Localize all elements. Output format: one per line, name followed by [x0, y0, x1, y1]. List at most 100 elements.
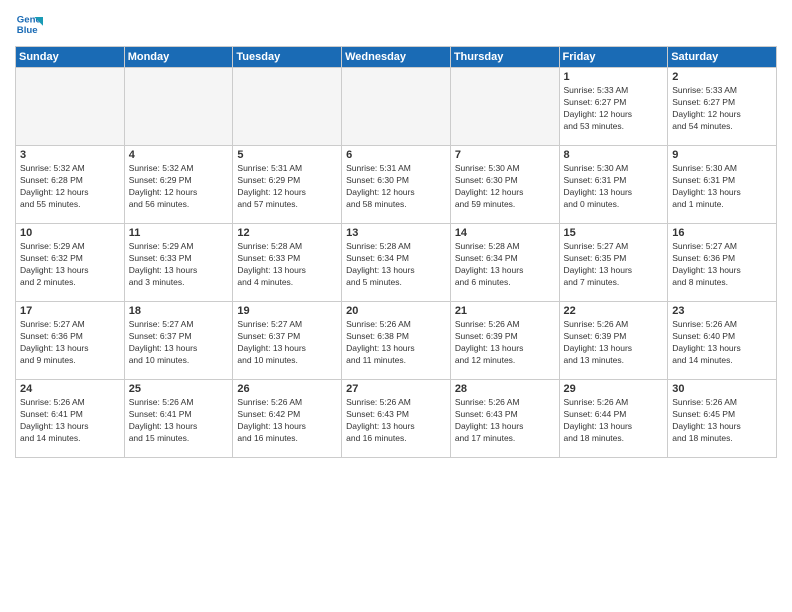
day-cell: 25 Sunrise: 5:26 AM Sunset: 6:41 PM Dayli… [124, 380, 233, 458]
day-info: Sunrise: 5:33 AM Sunset: 6:27 PM Dayligh… [672, 85, 772, 133]
weekday-header-wednesday: Wednesday [342, 47, 451, 68]
day-cell: 26 Sunrise: 5:26 AM Sunset: 6:42 PM Dayli… [233, 380, 342, 458]
day-info: Sunrise: 5:26 AM Sunset: 6:38 PM Dayligh… [346, 319, 446, 367]
day-cell: 12 Sunrise: 5:28 AM Sunset: 6:33 PM Dayli… [233, 224, 342, 302]
day-cell: 8 Sunrise: 5:30 AM Sunset: 6:31 PM Daylig… [559, 146, 668, 224]
day-number: 3 [20, 149, 120, 161]
day-number: 26 [237, 383, 337, 395]
weekday-header-row: SundayMondayTuesdayWednesdayThursdayFrid… [16, 47, 777, 68]
weekday-header-sunday: Sunday [16, 47, 125, 68]
day-number: 13 [346, 227, 446, 239]
weekday-header-monday: Monday [124, 47, 233, 68]
day-number: 11 [129, 227, 229, 239]
day-number: 18 [129, 305, 229, 317]
day-cell: 22 Sunrise: 5:26 AM Sunset: 6:39 PM Dayli… [559, 302, 668, 380]
day-number: 1 [564, 71, 664, 83]
day-info: Sunrise: 5:31 AM Sunset: 6:30 PM Dayligh… [346, 163, 446, 211]
day-number: 23 [672, 305, 772, 317]
day-cell: 6 Sunrise: 5:31 AM Sunset: 6:30 PM Daylig… [342, 146, 451, 224]
day-number: 24 [20, 383, 120, 395]
day-number: 12 [237, 227, 337, 239]
calendar-table: SundayMondayTuesdayWednesdayThursdayFrid… [15, 46, 777, 458]
day-number: 10 [20, 227, 120, 239]
day-info: Sunrise: 5:30 AM Sunset: 6:31 PM Dayligh… [672, 163, 772, 211]
day-number: 8 [564, 149, 664, 161]
day-info: Sunrise: 5:29 AM Sunset: 6:32 PM Dayligh… [20, 241, 120, 289]
day-number: 15 [564, 227, 664, 239]
day-info: Sunrise: 5:26 AM Sunset: 6:40 PM Dayligh… [672, 319, 772, 367]
day-cell: 5Sunrise: 5:31 AM Sunset: 6:29 PM Daylig… [233, 146, 342, 224]
day-cell: 24 Sunrise: 5:26 AM Sunset: 6:41 PM Dayli… [16, 380, 125, 458]
day-cell: 18 Sunrise: 5:27 AM Sunset: 6:37 PM Dayli… [124, 302, 233, 380]
day-cell: 11 Sunrise: 5:29 AM Sunset: 6:33 PM Dayli… [124, 224, 233, 302]
day-number: 2 [672, 71, 772, 83]
day-info: Sunrise: 5:28 AM Sunset: 6:33 PM Dayligh… [237, 241, 337, 289]
weekday-header-friday: Friday [559, 47, 668, 68]
day-cell: 19 Sunrise: 5:27 AM Sunset: 6:37 PM Dayli… [233, 302, 342, 380]
day-number: 27 [346, 383, 446, 395]
day-number: 5 [237, 149, 337, 161]
day-info: Sunrise: 5:26 AM Sunset: 6:39 PM Dayligh… [564, 319, 664, 367]
day-cell: 27 Sunrise: 5:26 AM Sunset: 6:43 PM Dayli… [342, 380, 451, 458]
svg-text:Blue: Blue [17, 25, 38, 36]
day-info: Sunrise: 5:26 AM Sunset: 6:43 PM Dayligh… [346, 397, 446, 445]
day-number: 16 [672, 227, 772, 239]
day-info: Sunrise: 5:28 AM Sunset: 6:34 PM Dayligh… [346, 241, 446, 289]
day-cell: 14Sunrise: 5:28 AM Sunset: 6:34 PM Dayli… [450, 224, 559, 302]
day-info: Sunrise: 5:32 AM Sunset: 6:29 PM Dayligh… [129, 163, 229, 211]
day-info: Sunrise: 5:27 AM Sunset: 6:35 PM Dayligh… [564, 241, 664, 289]
logo: General Blue [15, 10, 47, 38]
day-number: 19 [237, 305, 337, 317]
day-info: Sunrise: 5:33 AM Sunset: 6:27 PM Dayligh… [564, 85, 664, 133]
weekday-header-saturday: Saturday [668, 47, 777, 68]
week-row-3: 10 Sunrise: 5:29 AM Sunset: 6:32 PM Dayli… [16, 224, 777, 302]
week-row-5: 24 Sunrise: 5:26 AM Sunset: 6:41 PM Dayli… [16, 380, 777, 458]
day-cell [450, 68, 559, 146]
day-info: Sunrise: 5:26 AM Sunset: 6:44 PM Dayligh… [564, 397, 664, 445]
day-cell: 17Sunrise: 5:27 AM Sunset: 6:36 PM Dayli… [16, 302, 125, 380]
week-row-4: 17Sunrise: 5:27 AM Sunset: 6:36 PM Dayli… [16, 302, 777, 380]
day-cell: 7Sunrise: 5:30 AM Sunset: 6:30 PM Daylig… [450, 146, 559, 224]
day-number: 6 [346, 149, 446, 161]
day-number: 4 [129, 149, 229, 161]
day-cell: 30 Sunrise: 5:26 AM Sunset: 6:45 PM Dayli… [668, 380, 777, 458]
day-number: 25 [129, 383, 229, 395]
day-info: Sunrise: 5:27 AM Sunset: 6:36 PM Dayligh… [672, 241, 772, 289]
day-number: 20 [346, 305, 446, 317]
week-row-1: 1 Sunrise: 5:33 AM Sunset: 6:27 PM Daylig… [16, 68, 777, 146]
day-cell: 21 Sunrise: 5:26 AM Sunset: 6:39 PM Dayli… [450, 302, 559, 380]
day-info: Sunrise: 5:27 AM Sunset: 6:37 PM Dayligh… [237, 319, 337, 367]
day-cell: 4 Sunrise: 5:32 AM Sunset: 6:29 PM Daylig… [124, 146, 233, 224]
day-cell: 13 Sunrise: 5:28 AM Sunset: 6:34 PM Dayli… [342, 224, 451, 302]
page-container: General Blue SundayMondayTuesdayWednesda… [0, 0, 792, 612]
day-info: Sunrise: 5:30 AM Sunset: 6:31 PM Dayligh… [564, 163, 664, 211]
day-cell [16, 68, 125, 146]
day-info: Sunrise: 5:26 AM Sunset: 6:39 PM Dayligh… [455, 319, 555, 367]
day-cell: 9Sunrise: 5:30 AM Sunset: 6:31 PM Daylig… [668, 146, 777, 224]
day-info: Sunrise: 5:26 AM Sunset: 6:41 PM Dayligh… [20, 397, 120, 445]
day-cell: 10 Sunrise: 5:29 AM Sunset: 6:32 PM Dayli… [16, 224, 125, 302]
week-row-2: 3 Sunrise: 5:32 AM Sunset: 6:28 PM Daylig… [16, 146, 777, 224]
day-cell: 15 Sunrise: 5:27 AM Sunset: 6:35 PM Dayli… [559, 224, 668, 302]
day-number: 17 [20, 305, 120, 317]
day-cell [233, 68, 342, 146]
day-info: Sunrise: 5:26 AM Sunset: 6:41 PM Dayligh… [129, 397, 229, 445]
day-info: Sunrise: 5:26 AM Sunset: 6:45 PM Dayligh… [672, 397, 772, 445]
day-info: Sunrise: 5:29 AM Sunset: 6:33 PM Dayligh… [129, 241, 229, 289]
day-number: 21 [455, 305, 555, 317]
day-number: 28 [455, 383, 555, 395]
day-info: Sunrise: 5:26 AM Sunset: 6:43 PM Dayligh… [455, 397, 555, 445]
day-cell: 20 Sunrise: 5:26 AM Sunset: 6:38 PM Dayli… [342, 302, 451, 380]
day-info: Sunrise: 5:32 AM Sunset: 6:28 PM Dayligh… [20, 163, 120, 211]
day-cell: 3 Sunrise: 5:32 AM Sunset: 6:28 PM Daylig… [16, 146, 125, 224]
day-cell: 23 Sunrise: 5:26 AM Sunset: 6:40 PM Dayli… [668, 302, 777, 380]
day-number: 22 [564, 305, 664, 317]
day-number: 30 [672, 383, 772, 395]
day-number: 14 [455, 227, 555, 239]
day-info: Sunrise: 5:26 AM Sunset: 6:42 PM Dayligh… [237, 397, 337, 445]
weekday-header-tuesday: Tuesday [233, 47, 342, 68]
day-info: Sunrise: 5:27 AM Sunset: 6:37 PM Dayligh… [129, 319, 229, 367]
day-cell [124, 68, 233, 146]
day-number: 29 [564, 383, 664, 395]
day-cell: 1 Sunrise: 5:33 AM Sunset: 6:27 PM Daylig… [559, 68, 668, 146]
